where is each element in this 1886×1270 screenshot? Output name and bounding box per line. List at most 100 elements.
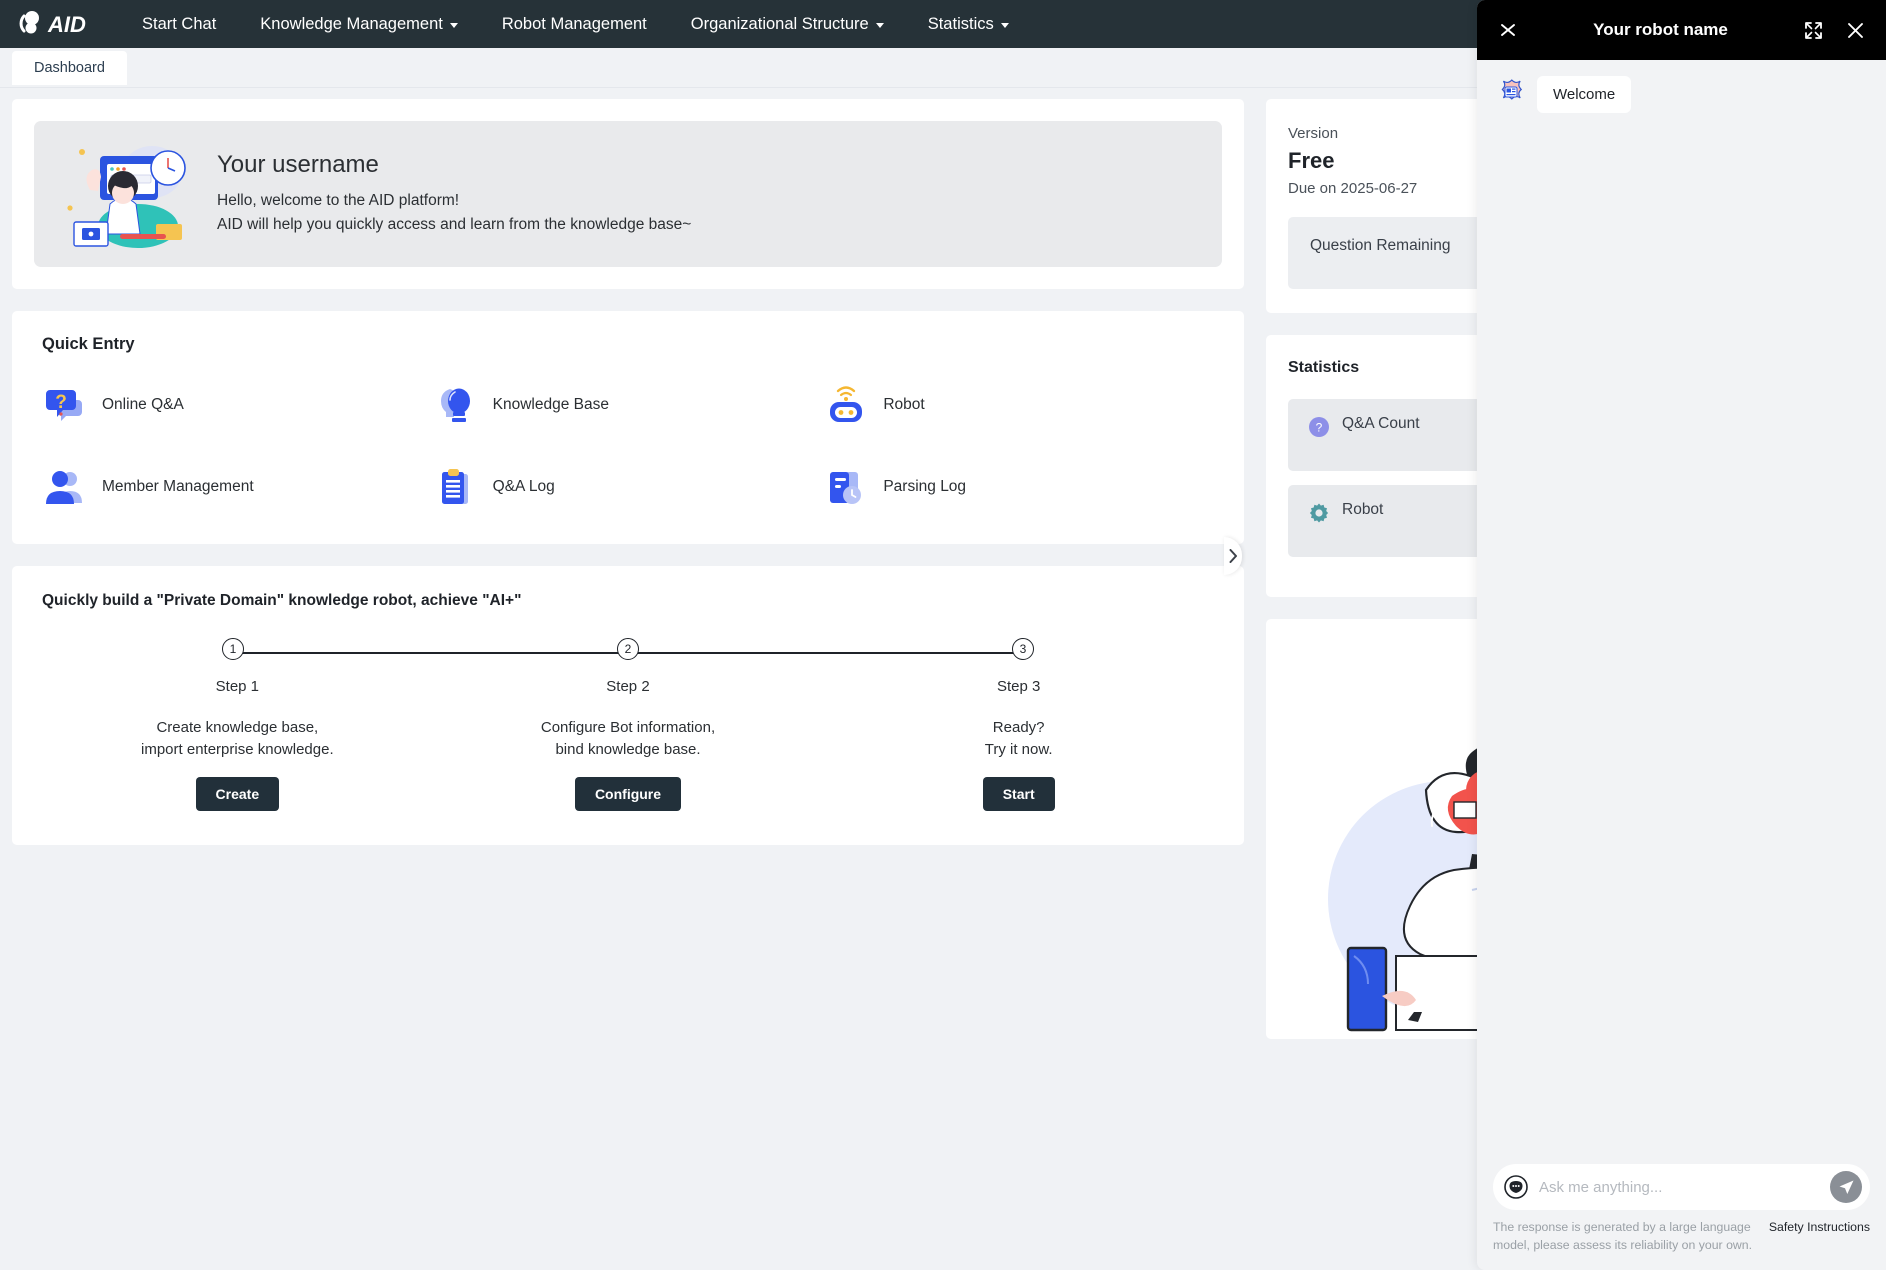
step-column-3: Step 3 Ready? Try it now. Start xyxy=(823,678,1214,811)
quick-entry-grid: ? Online Q&A Knowledge Base Robot Member… xyxy=(42,382,1214,510)
send-icon xyxy=(1839,1180,1853,1194)
configure-button[interactable]: Configure xyxy=(574,776,682,811)
fullscreen-icon xyxy=(1804,21,1822,39)
welcome-username: Your username xyxy=(217,150,379,178)
lightbulb-icon xyxy=(433,382,479,428)
step-desc-line-1: Ready? xyxy=(992,719,1045,736)
step-name: Step 1 xyxy=(215,678,260,695)
chat-footer: The response is generated by a large lan… xyxy=(1477,1152,1886,1270)
chat-message: Welcome xyxy=(1495,76,1868,113)
steps-progress-line: 1 2 3 xyxy=(182,638,1074,668)
welcome-line-1: Hello, welcome to the AID platform! xyxy=(217,191,460,209)
nav-item-robot-management[interactable]: Robot Management xyxy=(480,0,669,48)
collapse-chevrons-icon xyxy=(1501,24,1515,36)
bot-avatar-icon xyxy=(1495,76,1527,108)
question-circle-icon: ? xyxy=(1308,416,1330,438)
chat-message-bubble: Welcome xyxy=(1537,76,1632,113)
quick-entry-online-qa[interactable]: ? Online Q&A xyxy=(42,382,433,428)
chat-input-bar xyxy=(1493,1164,1870,1211)
step-name: Step 3 xyxy=(996,678,1041,695)
chat-panel: Your robot name Welcome Ask me anything.… xyxy=(1477,0,1886,1270)
step-name: Step 2 xyxy=(606,678,650,695)
robot-icon xyxy=(823,382,869,428)
chat-input[interactable] xyxy=(1539,1178,1820,1196)
quick-entry-knowledge-base[interactable]: Knowledge Base xyxy=(433,382,824,428)
nav-item-label: Statistics xyxy=(927,14,994,33)
chevron-down-icon xyxy=(1000,23,1009,28)
svg-text:AID: AID xyxy=(47,12,86,37)
clipboard-icon xyxy=(433,464,479,510)
step-dot-2[interactable]: 2 xyxy=(617,638,639,660)
step-column-2: Step 2 Configure Bot information, bind k… xyxy=(433,678,824,811)
gear-icon xyxy=(1308,502,1330,524)
chat-title: Your robot name xyxy=(1593,20,1728,39)
chat-disclaimer-text: The response is generated by a large lan… xyxy=(1493,1220,1753,1252)
quick-entry-label: Knowledge Base xyxy=(492,396,609,413)
emoji-icon[interactable] xyxy=(1503,1174,1529,1200)
welcome-card: Your username Hello, welcome to the AID … xyxy=(12,99,1244,289)
members-icon xyxy=(42,464,88,510)
nav-items: Start Chat Knowledge Management Robot Ma… xyxy=(120,0,1031,48)
chat-header-actions xyxy=(1800,17,1868,43)
chat-fullscreen-button[interactable] xyxy=(1800,17,1826,43)
tab-dashboard[interactable]: Dashboard xyxy=(12,51,127,85)
create-button[interactable]: Create xyxy=(195,776,280,811)
chevron-down-icon xyxy=(875,23,884,28)
main-column: Your username Hello, welcome to the AID … xyxy=(12,99,1244,1260)
step-desc-line-2: import enterprise knowledge. xyxy=(141,740,334,758)
step-dot-3[interactable]: 3 xyxy=(1012,638,1034,660)
welcome-text: Your username Hello, welcome to the AID … xyxy=(217,151,691,237)
statistics-row-label: Q&A Count xyxy=(1342,415,1420,432)
quick-entry-card: Quick Entry ? Online Q&A Knowledge Base … xyxy=(12,311,1244,544)
close-icon xyxy=(1847,22,1863,38)
steps-card: Quickly build a "Private Domain" knowled… xyxy=(12,566,1244,845)
step-desc-line-2: Try it now. xyxy=(984,740,1053,758)
step-desc-line-1: Create knowledge base, xyxy=(156,719,319,736)
chat-message-list: Welcome xyxy=(1477,60,1886,1152)
nav-item-label: Robot Management xyxy=(501,14,647,33)
quick-entry-parsing-log[interactable]: Parsing Log xyxy=(823,464,1214,510)
nav-item-label: Knowledge Management xyxy=(260,14,443,33)
quick-entry-qa-log[interactable]: Q&A Log xyxy=(433,464,824,510)
chat-header: Your robot name xyxy=(1477,0,1886,60)
chat-disclaimer-row: The response is generated by a large lan… xyxy=(1493,1219,1870,1254)
aid-logo[interactable]: AID xyxy=(18,7,104,41)
quick-entry-label: Member Management xyxy=(102,478,254,495)
quick-entry-label: Robot xyxy=(883,396,925,413)
send-button[interactable] xyxy=(1830,1171,1862,1204)
step-description: Create knowledge base, import enterprise… xyxy=(42,717,433,761)
quick-entry-label: Online Q&A xyxy=(102,396,184,413)
quick-entry-label: Parsing Log xyxy=(883,478,967,495)
step-description: Configure Bot information, bind knowledg… xyxy=(433,717,824,761)
document-clock-icon xyxy=(823,464,869,510)
welcome-line-2: AID will help you quickly access and lea… xyxy=(217,216,692,233)
welcome-illustration-icon xyxy=(60,138,195,250)
steps-title: Quickly build a "Private Domain" knowled… xyxy=(42,592,522,609)
svg-text:?: ? xyxy=(1316,421,1323,435)
step-column-1: Step 1 Create knowledge base, import ent… xyxy=(42,678,433,811)
svg-text:?: ? xyxy=(55,392,67,413)
nav-item-knowledge-management[interactable]: Knowledge Management xyxy=(238,0,480,48)
welcome-banner: Your username Hello, welcome to the AID … xyxy=(34,121,1222,267)
nav-item-label: Organizational Structure xyxy=(690,14,869,33)
step-desc-line-2: bind knowledge base. xyxy=(555,740,701,758)
question-bubble-icon: ? xyxy=(42,382,88,428)
quick-entry-label: Q&A Log xyxy=(492,478,555,495)
steps-columns: Step 1 Create knowledge base, import ent… xyxy=(42,678,1214,811)
nav-item-start-chat[interactable]: Start Chat xyxy=(120,0,238,48)
step-dot-1[interactable]: 1 xyxy=(222,638,244,660)
quick-entry-member-management[interactable]: Member Management xyxy=(42,464,433,510)
nav-item-organizational-structure[interactable]: Organizational Structure xyxy=(669,0,906,48)
nav-item-label: Start Chat xyxy=(142,14,217,33)
quick-entry-title: Quick Entry xyxy=(42,335,135,353)
safety-instructions-link[interactable]: Safety Instructions xyxy=(1769,1219,1870,1236)
chevron-down-icon xyxy=(449,23,458,28)
quick-entry-robot[interactable]: Robot xyxy=(823,382,1214,428)
start-button[interactable]: Start xyxy=(982,776,1055,811)
chat-close-button[interactable] xyxy=(1842,17,1868,43)
step-desc-line-1: Configure Bot information, xyxy=(540,719,716,736)
chat-collapse-button[interactable] xyxy=(1495,17,1521,43)
chevron-right-icon xyxy=(1229,549,1237,563)
statistics-row-label: Robot xyxy=(1342,501,1384,518)
nav-item-statistics[interactable]: Statistics xyxy=(906,0,1031,48)
